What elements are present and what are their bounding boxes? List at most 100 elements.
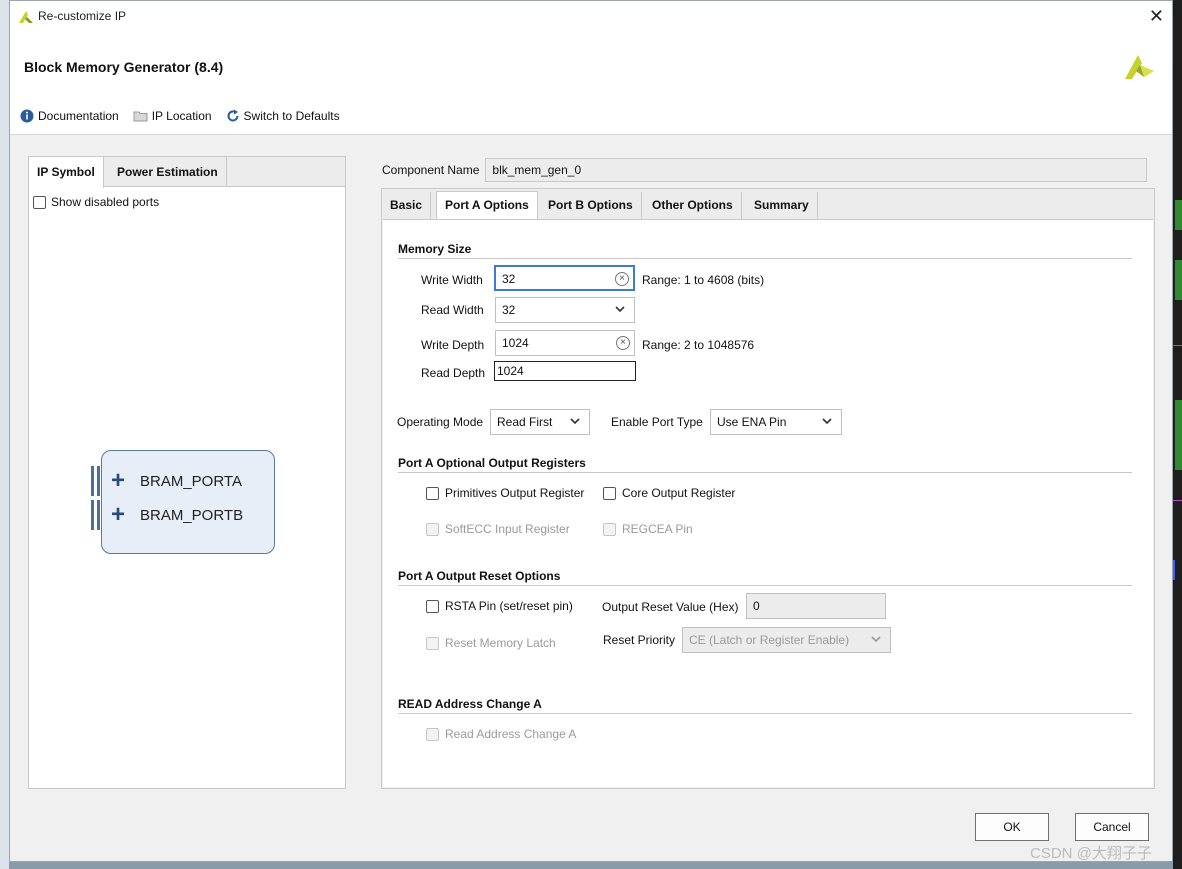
divider (398, 258, 1132, 259)
regcea-pin-checkbox (603, 522, 616, 536)
reset-priority-select: CE (Latch or Register Enable) (682, 627, 891, 653)
optional-output-registers-heading: Port A Optional Output Registers (398, 456, 586, 470)
write-width-label: Write Width (421, 273, 483, 287)
tab-summary[interactable]: Summary (746, 192, 818, 219)
divider (398, 472, 1132, 473)
switch-to-defaults-link[interactable]: Switch to Defaults (226, 109, 340, 123)
primitives-output-register-label: Primitives Output Register (445, 486, 585, 500)
chevron-down-icon (822, 418, 832, 425)
regcea-pin: REGCEA Pin (603, 522, 693, 536)
primitives-output-register-checkbox[interactable] (426, 486, 439, 500)
info-icon (20, 109, 34, 123)
background-app-left (0, 0, 9, 869)
show-disabled-ports[interactable]: Show disabled ports (33, 195, 159, 209)
softecc-input-register-label: SoftECC Input Register (445, 522, 570, 536)
read-address-change-heading: READ Address Change A (398, 697, 542, 711)
rsta-pin-label: RSTA Pin (set/reset pin) (445, 599, 573, 613)
regcea-pin-label: REGCEA Pin (622, 522, 693, 536)
options-panel: Basic Port A Options Port B Options Othe… (381, 188, 1155, 789)
xilinx-logo-icon (19, 11, 33, 23)
tab-ip-symbol[interactable]: IP Symbol (29, 157, 104, 188)
ip-location-link[interactable]: IP Location (133, 109, 212, 123)
recustomize-ip-dialog: Re-customize IP ✕ Block Memory Generator… (9, 0, 1173, 862)
ok-button[interactable]: OK (975, 813, 1049, 841)
operating-mode-value: Read First (497, 415, 553, 429)
ip-symbol-block: + BRAM_PORTA + BRAM_PORTB (91, 450, 275, 554)
chevron-down-icon (871, 636, 881, 643)
read-width-value: 32 (502, 303, 516, 317)
port-a-options-content: Memory Size Write Width 32 × Range: 1 to… (383, 219, 1153, 787)
cancel-button[interactable]: Cancel (1075, 813, 1149, 841)
show-disabled-ports-label: Show disabled ports (51, 195, 160, 209)
enable-port-type-value: Use ENA Pin (717, 415, 787, 429)
read-depth-label: Read Depth (421, 366, 486, 380)
clear-icon[interactable]: × (615, 272, 629, 286)
core-output-register[interactable]: Core Output Register (603, 486, 735, 500)
options-tab-bar: Basic Port A Options Port B Options Othe… (382, 189, 1154, 220)
port-bram-porta[interactable]: + BRAM_PORTA (91, 466, 242, 496)
write-width-value: 32 (502, 272, 516, 286)
port-label: BRAM_PORTA (140, 472, 242, 490)
output-reset-options-heading: Port A Output Reset Options (398, 569, 561, 583)
write-depth-input[interactable]: 1024 × (495, 330, 635, 356)
ip-title: Block Memory Generator (8.4) (24, 59, 224, 75)
component-name-field[interactable]: blk_mem_gen_0 (485, 158, 1148, 182)
dialog-header: Block Memory Generator (8.4) Documentati… (10, 33, 1172, 135)
title-bar: Re-customize IP ✕ (10, 1, 1172, 33)
output-reset-value-field: 0 (746, 593, 886, 619)
rsta-pin-checkbox[interactable] (426, 599, 439, 613)
reset-memory-latch-checkbox (426, 636, 439, 650)
read-width-select[interactable]: 32 (495, 297, 635, 323)
enable-port-type-label: Enable Port Type (611, 415, 703, 429)
memory-size-heading: Memory Size (398, 242, 472, 256)
read-address-change-a-checkbox (426, 727, 439, 741)
operating-mode-select[interactable]: Read First (490, 409, 590, 435)
close-icon[interactable]: ✕ (1149, 6, 1164, 27)
divider (398, 713, 1132, 714)
expand-icon[interactable]: + (106, 469, 130, 493)
operating-mode-label: Operating Mode (397, 415, 484, 429)
tab-port-b-options[interactable]: Port B Options (540, 192, 642, 219)
refresh-icon (227, 109, 239, 122)
port-bus-icon (91, 466, 101, 496)
softecc-input-register-checkbox (426, 522, 439, 536)
background-app-right (1173, 0, 1182, 869)
chevron-down-icon (570, 418, 580, 425)
reset-memory-latch: Reset Memory Latch (426, 636, 556, 650)
csdn-watermark: CSDN @大翔子子 (1030, 845, 1152, 862)
ip-location-label: IP Location (151, 109, 212, 123)
port-bram-portb[interactable]: + BRAM_PORTB (91, 500, 243, 530)
xilinx-brand-icon (1125, 55, 1154, 79)
documentation-link[interactable]: Documentation (20, 109, 119, 123)
show-disabled-ports-checkbox[interactable] (33, 195, 46, 209)
documentation-label: Documentation (38, 109, 119, 123)
read-width-label: Read Width (421, 303, 484, 317)
tab-power-estimation[interactable]: Power Estimation (109, 157, 227, 187)
enable-port-type-select[interactable]: Use ENA Pin (710, 409, 842, 435)
expand-icon[interactable]: + (106, 503, 130, 527)
reset-priority-value: CE (Latch or Register Enable) (689, 633, 850, 647)
divider (398, 585, 1132, 586)
tab-other-options[interactable]: Other Options (644, 192, 742, 219)
write-width-range: Range: 1 to 4608 (bits) (642, 273, 765, 287)
folder-icon (133, 111, 148, 122)
tab-basic[interactable]: Basic (382, 192, 432, 219)
window-title: Re-customize IP (38, 9, 127, 23)
component-name-row: Component Name blk_mem_gen_0 (382, 158, 1148, 182)
write-depth-label: Write Depth (421, 338, 485, 352)
rsta-pin[interactable]: RSTA Pin (set/reset pin) (426, 599, 573, 613)
softecc-input-register: SoftECC Input Register (426, 522, 570, 536)
output-reset-value-label: Output Reset Value (Hex) (602, 600, 739, 614)
reset-memory-latch-label: Reset Memory Latch (445, 636, 556, 650)
component-name-label: Component Name (382, 163, 480, 177)
tab-port-a-options[interactable]: Port A Options (436, 191, 538, 220)
switch-to-defaults-label: Switch to Defaults (243, 109, 340, 123)
chevron-down-icon (615, 306, 625, 313)
core-output-register-checkbox[interactable] (603, 486, 616, 500)
clear-icon[interactable]: × (616, 336, 630, 350)
port-bus-icon (91, 500, 101, 530)
write-width-input[interactable]: 32 × (494, 265, 635, 291)
read-depth-field: 1024 (494, 361, 636, 381)
primitives-output-register[interactable]: Primitives Output Register (426, 486, 584, 500)
core-output-register-label: Core Output Register (622, 486, 736, 500)
